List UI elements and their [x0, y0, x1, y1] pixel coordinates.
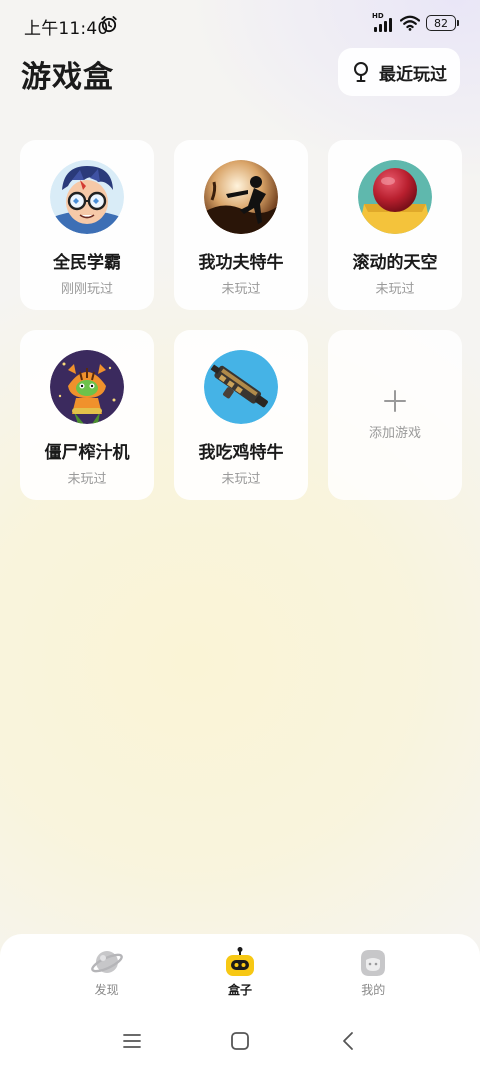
battery-icon: 82 — [426, 15, 459, 31]
game-card[interactable]: 僵尸榨汁机 未玩过 — [20, 330, 154, 500]
lightbulb-icon — [354, 62, 368, 82]
back-icon[interactable] — [338, 1030, 360, 1052]
game-status: 未玩过 — [221, 472, 261, 487]
page-title: 游戏盒 — [21, 60, 114, 95]
recently-played-button[interactable]: 最近玩过 — [338, 48, 460, 96]
planet-icon — [90, 951, 123, 973]
alarm-clock-icon — [101, 16, 117, 33]
nav-tab-profile[interactable]: 我的 — [323, 946, 423, 1014]
status-bar: 上午11:40 HD 82 — [0, 0, 480, 48]
status-time: 上午11:40 — [24, 19, 109, 39]
game-name: 滚动的天空 — [352, 253, 438, 273]
game-card[interactable]: 我功夫特牛 未玩过 — [174, 140, 308, 310]
nav-tab-discover[interactable]: 发现 — [57, 946, 157, 1014]
nav-label-box: 盒子 — [227, 983, 252, 997]
home-icon[interactable] — [229, 1030, 251, 1052]
game-name: 我功夫特牛 — [198, 253, 284, 273]
recently-played-label: 最近玩过 — [379, 64, 447, 85]
game-grid: 全民学霸 刚刚玩过 我功夫特牛 未玩过 滚动的天空 未玩过 僵尸榨汁机 未玩过 … — [20, 140, 462, 500]
plus-icon — [384, 389, 406, 412]
zombie-tiger-avatar — [50, 350, 124, 424]
add-game-label: 添加游戏 — [368, 425, 421, 441]
bottom-navigation: 发现 盒子 我的 — [0, 934, 480, 1014]
wifi-icon — [400, 15, 420, 31]
game-name: 我吃鸡特牛 — [198, 443, 284, 463]
profile-face-icon — [361, 950, 386, 976]
red-ball-avatar — [358, 160, 432, 234]
game-card[interactable]: 滚动的天空 未玩过 — [328, 140, 462, 310]
add-game-button[interactable]: 添加游戏 — [328, 330, 462, 500]
robot-box-icon — [225, 947, 254, 976]
cartoon-boy-glasses-avatar — [50, 160, 124, 234]
nav-label-discover: 发现 — [94, 983, 119, 997]
nav-label-profile: 我的 — [361, 983, 386, 997]
game-status: 刚刚玩过 — [60, 282, 113, 297]
system-navigation-bar — [0, 1014, 480, 1067]
status-indicators: HD 82 — [372, 12, 459, 32]
game-status: 未玩过 — [67, 472, 107, 487]
game-card[interactable]: 我吃鸡特牛 未玩过 — [174, 330, 308, 500]
cellular-signal-icon: HD — [372, 12, 394, 32]
battery-level: 82 — [434, 16, 448, 30]
nav-tab-box[interactable]: 盒子 — [190, 946, 290, 1014]
game-name: 僵尸榨汁机 — [44, 443, 130, 463]
game-card[interactable]: 全民学霸 刚刚玩过 — [20, 140, 154, 310]
gun-avatar — [204, 350, 278, 424]
game-name: 全民学霸 — [53, 253, 121, 273]
game-status: 未玩过 — [375, 282, 415, 297]
menu-icon[interactable] — [121, 1030, 143, 1052]
game-status: 未玩过 — [221, 282, 261, 297]
kungfu-silhouette-avatar — [204, 160, 278, 234]
